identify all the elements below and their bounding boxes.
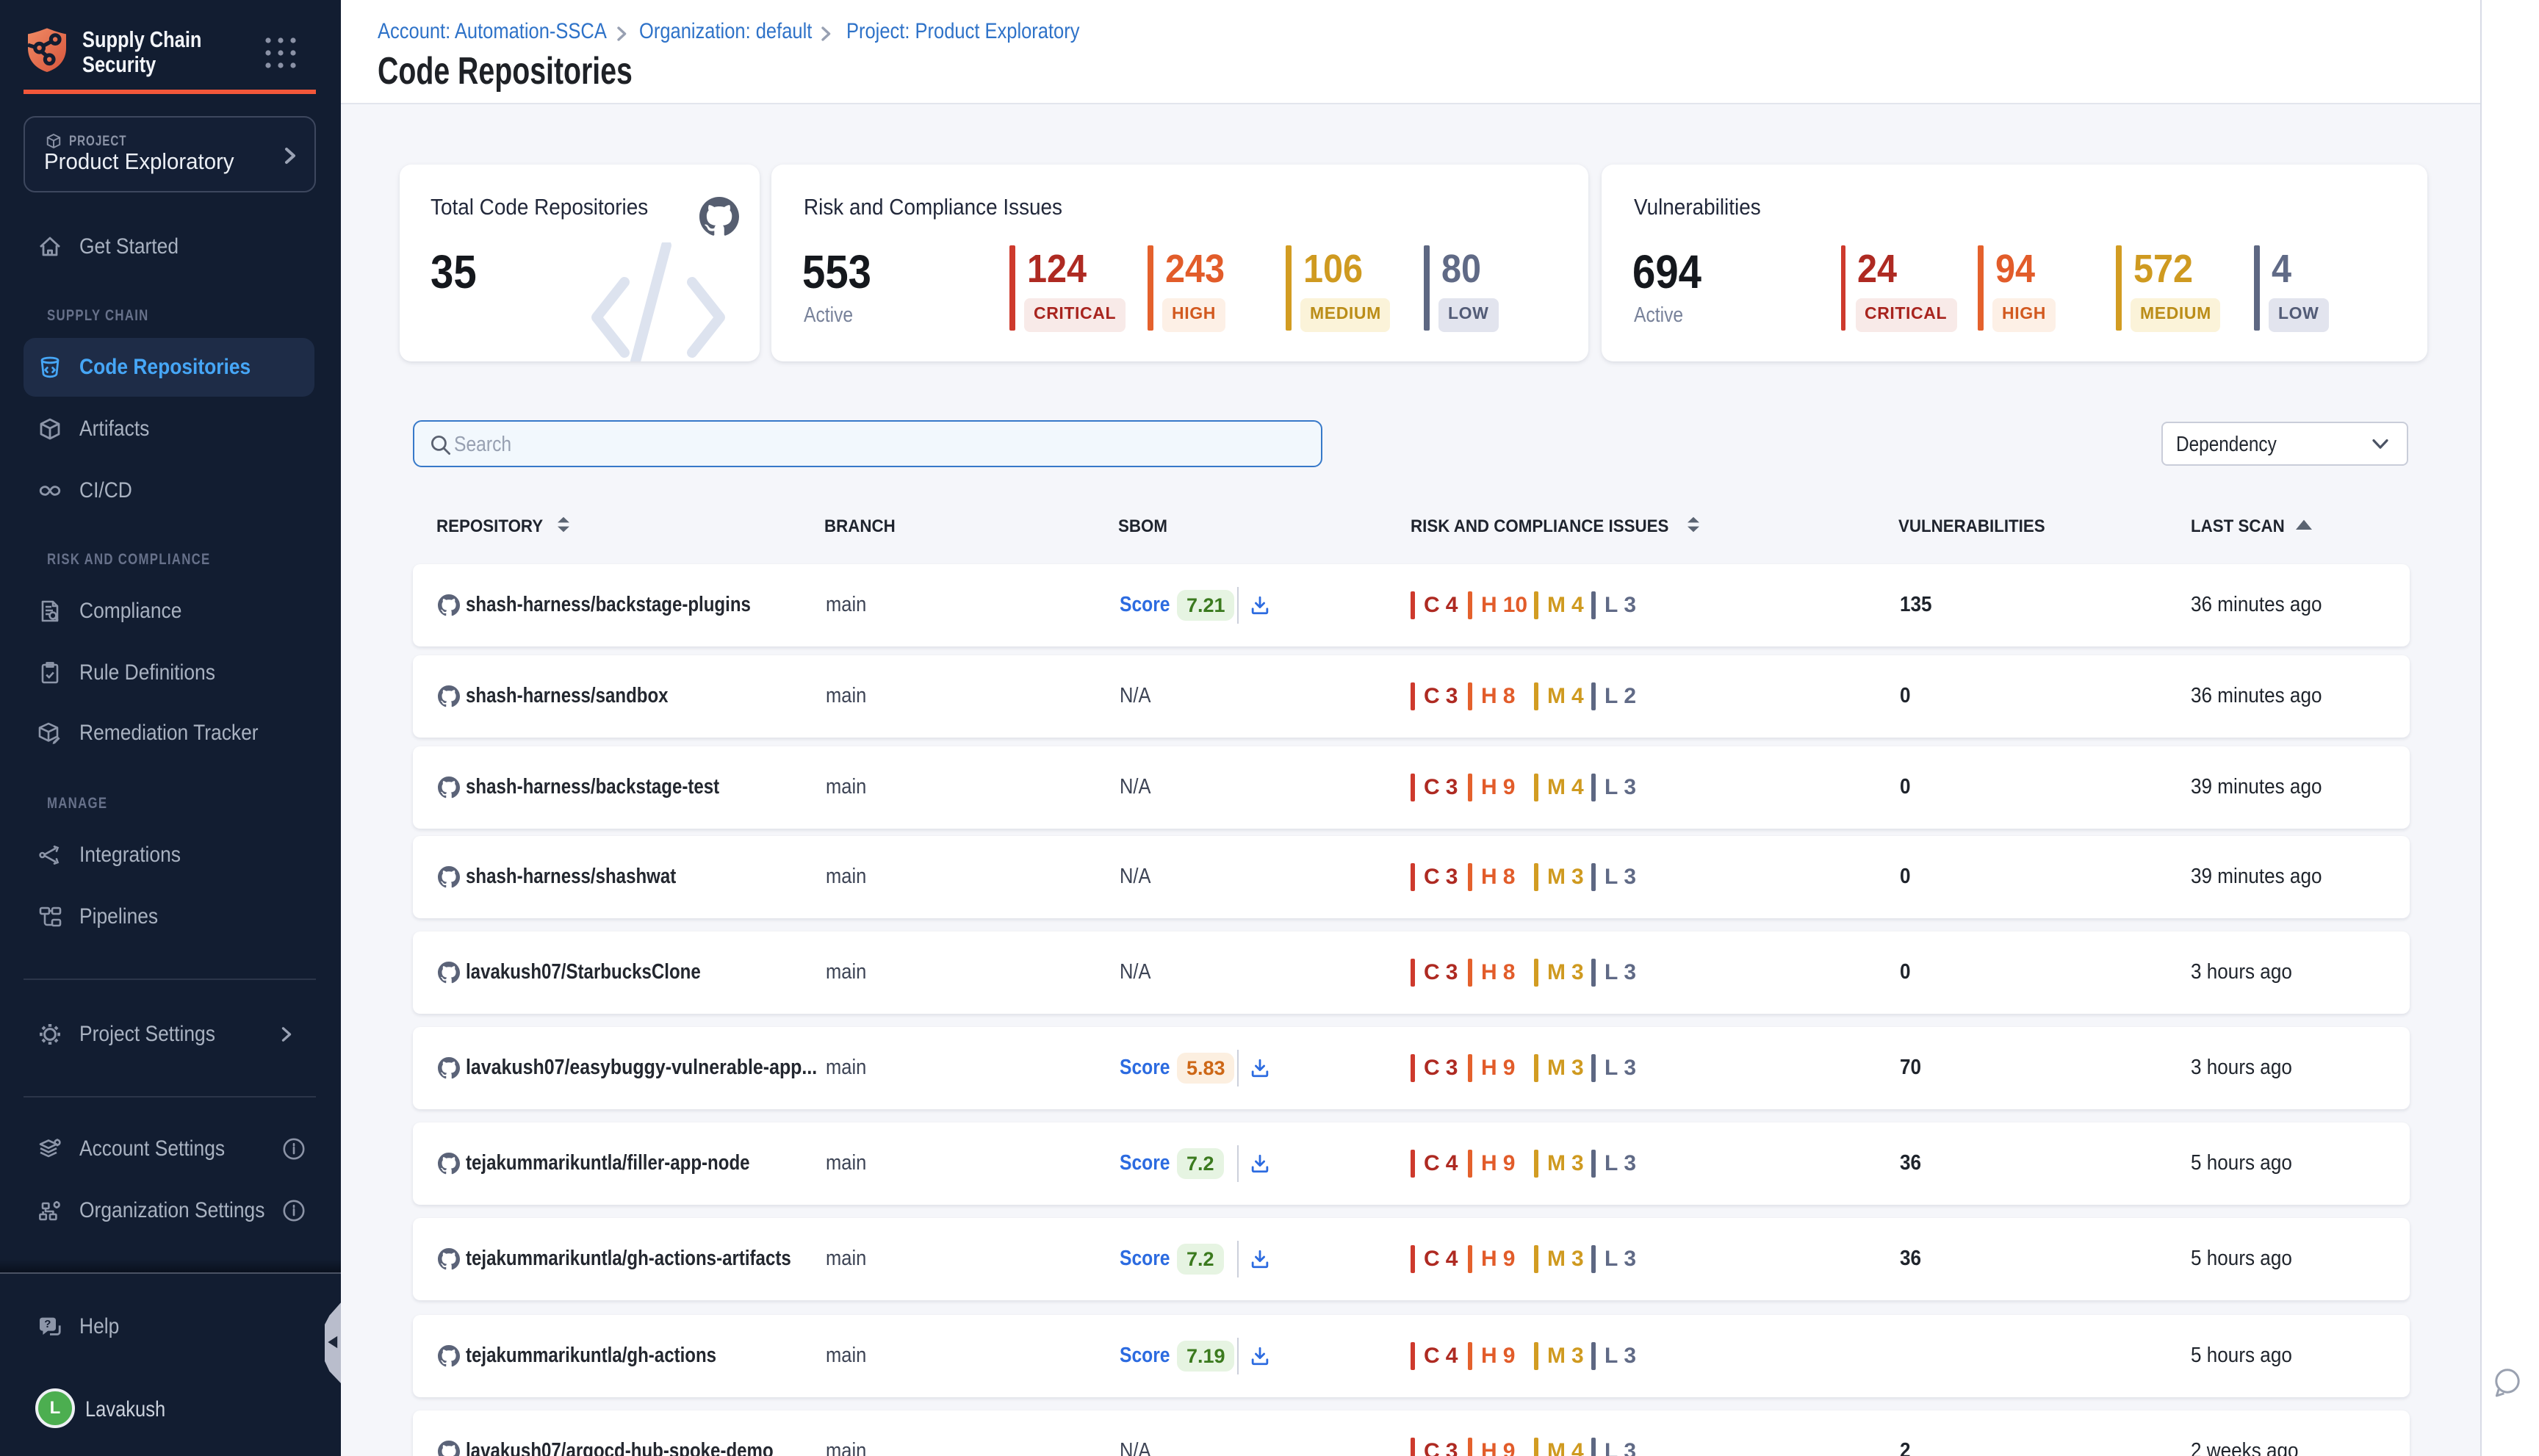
svg-text:?: ? [44, 1318, 51, 1330]
